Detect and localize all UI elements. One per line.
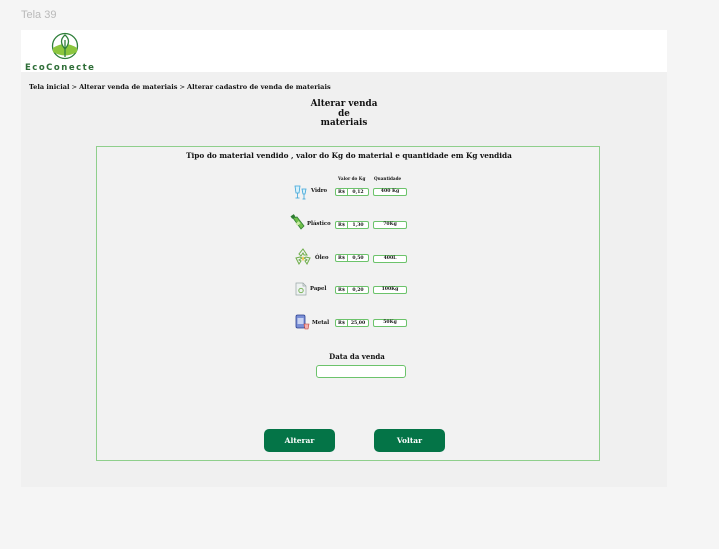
currency-label: R$ xyxy=(336,189,349,195)
date-label: Data da venda xyxy=(329,352,385,361)
header: EcoConecte xyxy=(21,30,667,73)
quantity-field[interactable]: 100Kg xyxy=(373,286,407,294)
sale-date-input[interactable] xyxy=(316,365,406,378)
material-row-oleo: Óleo R$ 0,50 400L xyxy=(97,248,601,270)
value-amount: 0,50 xyxy=(352,255,364,261)
panel-heading: Tipo do material vendido , valor do Kg d… xyxy=(186,151,512,160)
breadcrumb-separator: > xyxy=(71,83,78,91)
value-amount: 0,12 xyxy=(352,189,364,195)
material-row-papel: Papel R$ 0,20 100Kg xyxy=(97,282,601,302)
currency-label: R$ xyxy=(336,320,349,326)
material-name: Plástico xyxy=(307,221,331,227)
value-field[interactable]: R$ 0,20 xyxy=(335,286,369,294)
material-row-plastico: Plástico R$ 1,30 70Kg xyxy=(97,214,601,237)
material-name: Vidro xyxy=(311,188,328,194)
value-field[interactable]: R$ 25,00 xyxy=(335,319,369,327)
quantity-field[interactable]: 70Kg xyxy=(373,221,407,229)
currency-label: R$ xyxy=(336,222,349,228)
material-row-vidro: Vidro R$ 0,12 400 Kg xyxy=(97,184,601,204)
value-amount: 1,30 xyxy=(352,222,364,228)
paper-icon xyxy=(295,282,307,296)
alter-button[interactable]: Alterar xyxy=(264,429,335,452)
material-name: Óleo xyxy=(315,255,329,261)
breadcrumb-separator: > xyxy=(179,83,186,91)
breadcrumb: Tela inicial > Alterar venda de materiais >… xyxy=(29,83,331,91)
material-name: Metal xyxy=(312,320,330,326)
quantity-field[interactable]: 400L xyxy=(373,255,407,263)
leaf-logo-icon xyxy=(51,32,79,60)
column-header-value: Valor do Kg xyxy=(338,176,366,181)
frame-label: Tela 39 xyxy=(21,9,57,21)
breadcrumb-alter-sale[interactable]: Alterar venda de materiais xyxy=(79,83,177,91)
back-button[interactable]: Voltar xyxy=(374,429,445,452)
currency-label: R$ xyxy=(336,255,349,261)
breadcrumb-home[interactable]: Tela inicial xyxy=(29,83,70,91)
logo-text: EcoConecte xyxy=(25,63,96,73)
page-title: Alterar venda de materiais xyxy=(291,99,397,129)
material-row-metal: Metal R$ 25,00 50Kg xyxy=(97,314,601,335)
value-amount: 0,20 xyxy=(352,287,364,293)
recycle-oil-icon xyxy=(295,248,311,265)
currency-label: R$ xyxy=(336,287,349,293)
screen: EcoConecte Tela inicial > Alterar venda de… xyxy=(21,30,667,487)
value-field[interactable]: R$ 0,50 xyxy=(335,254,369,262)
value-field[interactable]: R$ 0,12 xyxy=(335,188,369,196)
quantity-field[interactable]: 400 Kg xyxy=(373,188,407,196)
column-header-quantity: Quantidade xyxy=(374,176,402,181)
material-name: Papel xyxy=(310,286,327,292)
metal-can-icon xyxy=(295,314,310,330)
breadcrumb-current: Alterar cadastro de venda de materiais xyxy=(187,83,331,91)
plastic-bottle-icon xyxy=(290,214,305,230)
value-amount: 25,00 xyxy=(350,320,366,326)
quantity-field[interactable]: 50Kg xyxy=(373,319,407,327)
logo[interactable]: EcoConecte xyxy=(23,30,113,73)
materials-panel: Tipo do material vendido , valor do Kg d… xyxy=(96,146,600,461)
glass-icon xyxy=(294,185,307,200)
page-title-line: materiais xyxy=(320,118,368,128)
value-field[interactable]: R$ 1,30 xyxy=(335,221,369,229)
